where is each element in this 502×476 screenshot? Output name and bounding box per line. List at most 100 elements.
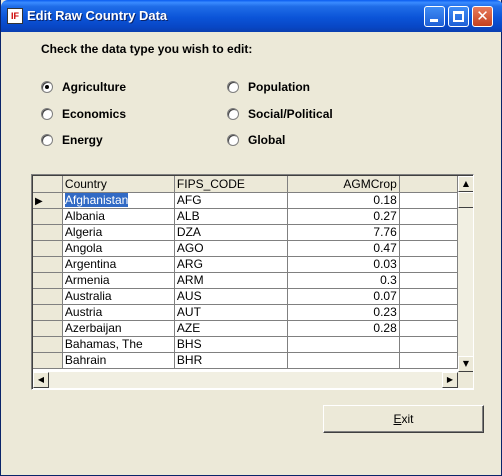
cell-agmcrop[interactable] (287, 336, 400, 353)
scroll-left-button[interactable]: ◀ (33, 372, 49, 388)
cell-country[interactable]: Bahamas, The (62, 336, 175, 353)
column-header-blank (399, 176, 458, 193)
table-row[interactable]: Armenia ARM 0.3 (33, 272, 458, 289)
grid-viewport: Country FIPS_CODE AGMCrop ▶ Afghanistan … (33, 176, 458, 372)
table-row[interactable]: Bahrain BHR (33, 352, 458, 369)
cell-country[interactable]: Azerbaijan (62, 320, 175, 337)
cell-agmcrop[interactable]: 7.76 (287, 224, 400, 241)
row-selector[interactable] (33, 224, 63, 241)
cell-fips-code[interactable]: AUS (174, 288, 288, 305)
radio-social-political[interactable]: Social/Political (227, 106, 333, 122)
cell-fips-code[interactable]: ALB (174, 208, 288, 225)
scroll-right-button[interactable]: ▶ (442, 372, 458, 388)
cell-country[interactable]: Angola (62, 240, 175, 257)
cell-fips-code[interactable]: ARG (174, 256, 288, 273)
corner-header-cell (33, 176, 63, 193)
table-row[interactable]: Austria AUT 0.23 (33, 304, 458, 321)
close-button[interactable]: ✕ (472, 6, 493, 27)
cell-blank (399, 272, 458, 289)
cell-country[interactable]: Afghanistan (62, 192, 175, 209)
maximize-button[interactable] (448, 6, 469, 27)
table-row[interactable]: ▶ Afghanistan AFG 0.18 (33, 192, 458, 209)
cell-agmcrop[interactable]: 0.27 (287, 208, 400, 225)
radio-energy[interactable]: Energy (41, 132, 103, 148)
cell-country[interactable]: Australia (62, 288, 175, 305)
radio-global[interactable]: Global (227, 132, 285, 148)
row-selector[interactable] (33, 272, 63, 289)
exit-button[interactable]: Exit (323, 405, 484, 433)
row-selector[interactable] (33, 288, 63, 305)
current-row-arrow-icon: ▶ (35, 196, 43, 207)
scroll-down-button[interactable]: ▼ (458, 356, 473, 372)
radio-agriculture-button[interactable] (41, 81, 53, 93)
radio-economics-button[interactable] (41, 108, 53, 120)
table-row[interactable]: Algeria DZA 7.76 (33, 224, 458, 241)
cell-fips-code[interactable]: AFG (174, 192, 288, 209)
cell-country[interactable]: Bahrain (62, 352, 175, 369)
row-selector[interactable] (33, 336, 63, 353)
cell-blank (399, 224, 458, 241)
row-selector[interactable] (33, 352, 63, 369)
cell-agmcrop[interactable]: 0.18 (287, 192, 400, 209)
cell-blank (399, 256, 458, 273)
cell-blank (399, 352, 458, 369)
radio-energy-button[interactable] (41, 134, 53, 146)
radio-agriculture-label: Agriculture (62, 80, 127, 94)
table-row[interactable]: Argentina ARG 0.03 (33, 256, 458, 273)
row-selector[interactable] (33, 304, 63, 321)
table-row[interactable]: Angola AGO 0.47 (33, 240, 458, 257)
cell-fips-code[interactable]: BHS (174, 336, 288, 353)
cell-fips-code[interactable]: ARM (174, 272, 288, 289)
radio-population[interactable]: Population (227, 79, 310, 95)
column-header-fips-code[interactable]: FIPS_CODE (174, 176, 288, 193)
cell-country[interactable]: Albania (62, 208, 175, 225)
cell-agmcrop[interactable]: 0.23 (287, 304, 400, 321)
country-data-grid[interactable]: Country FIPS_CODE AGMCrop ▶ Afghanistan … (31, 174, 474, 390)
data-type-prompt: Check the data type you wish to edit: (41, 42, 253, 56)
row-selector[interactable]: ▶ (33, 192, 63, 209)
column-header-country[interactable]: Country (62, 176, 175, 193)
cell-country[interactable]: Argentina (62, 256, 175, 273)
cell-fips-code[interactable]: BHR (174, 352, 288, 369)
vertical-scroll-thumb[interactable] (458, 192, 473, 208)
cell-fips-code[interactable]: AZE (174, 320, 288, 337)
row-selector[interactable] (33, 320, 63, 337)
table-row[interactable]: Albania ALB 0.27 (33, 208, 458, 225)
radio-social-political-button[interactable] (227, 108, 239, 120)
row-selector[interactable] (33, 256, 63, 273)
table-row[interactable]: Azerbaijan AZE 0.28 (33, 320, 458, 337)
window-title: Edit Raw Country Data (27, 8, 168, 23)
vertical-scrollbar[interactable]: ▲ ▼ (458, 176, 473, 372)
radio-global-button[interactable] (227, 134, 239, 146)
scrollbar-corner (458, 372, 473, 388)
cell-blank (399, 336, 458, 353)
cell-agmcrop[interactable]: 0.47 (287, 240, 400, 257)
radio-agriculture[interactable]: Agriculture (41, 79, 126, 95)
cell-agmcrop[interactable] (287, 352, 400, 369)
cell-agmcrop[interactable]: 0.3 (287, 272, 400, 289)
title-bar[interactable]: IF Edit Raw Country Data ✕ (1, 0, 502, 32)
cell-agmcrop[interactable]: 0.07 (287, 288, 400, 305)
cell-fips-code[interactable]: AUT (174, 304, 288, 321)
cell-country[interactable]: Armenia (62, 272, 175, 289)
scroll-up-button[interactable]: ▲ (458, 176, 473, 192)
radio-population-button[interactable] (227, 81, 239, 93)
cell-agmcrop[interactable]: 0.03 (287, 256, 400, 273)
row-selector[interactable] (33, 240, 63, 257)
cell-country[interactable]: Algeria (62, 224, 175, 241)
table-row[interactable]: Bahamas, The BHS (33, 336, 458, 353)
cell-fips-code[interactable]: AGO (174, 240, 288, 257)
cell-country[interactable]: Austria (62, 304, 175, 321)
radio-economics[interactable]: Economics (41, 106, 126, 122)
close-icon: ✕ (476, 7, 489, 25)
minimize-button[interactable] (424, 6, 445, 27)
cell-fips-code[interactable]: DZA (174, 224, 288, 241)
row-selector[interactable] (33, 208, 63, 225)
cell-agmcrop[interactable]: 0.28 (287, 320, 400, 337)
data-table: Country FIPS_CODE AGMCrop ▶ Afghanistan … (33, 176, 458, 369)
horizontal-scrollbar[interactable]: ◀ ▶ (33, 372, 458, 388)
arrow-left-icon: ◀ (37, 375, 45, 384)
table-row[interactable]: Australia AUS 0.07 (33, 288, 458, 305)
column-header-agmcrop[interactable]: AGMCrop (287, 176, 400, 193)
radio-economics-label: Economics (62, 107, 127, 121)
